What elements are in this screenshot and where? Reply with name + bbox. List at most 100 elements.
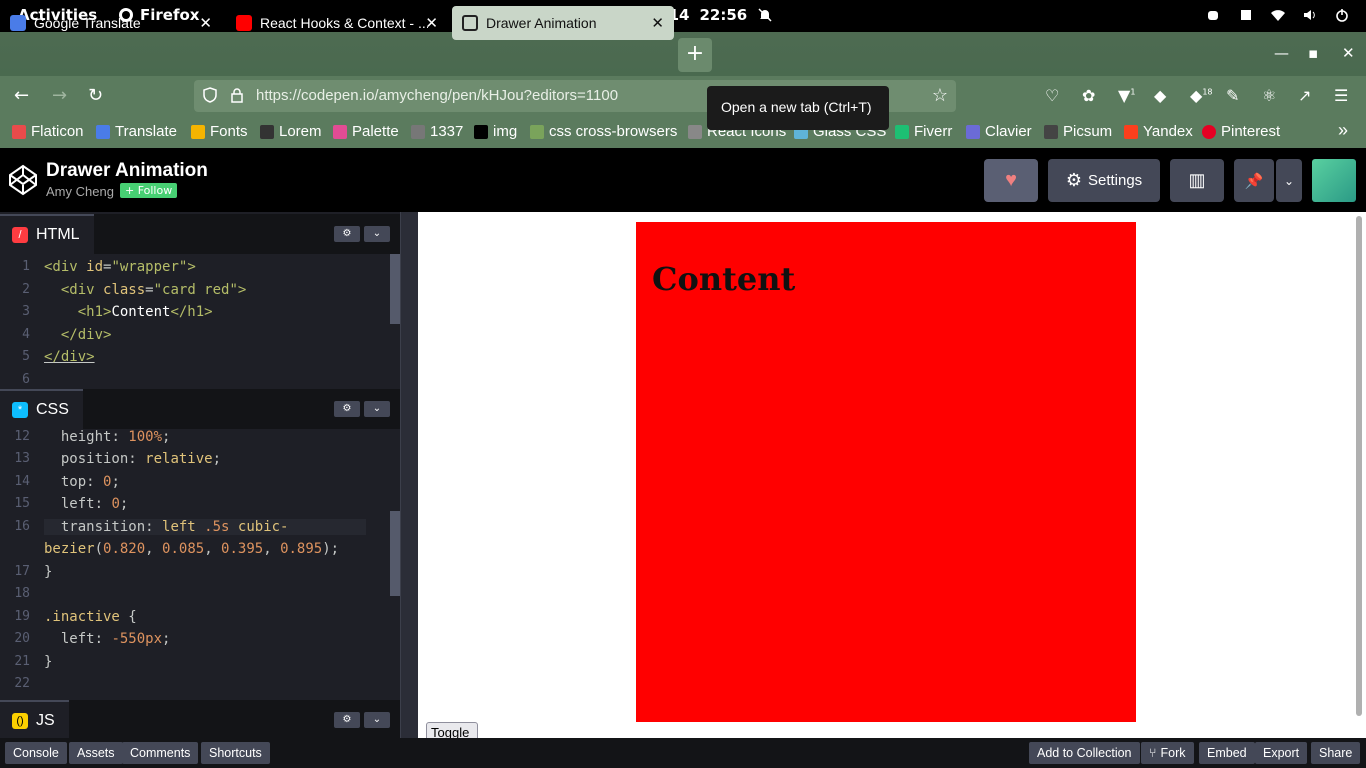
html-code[interactable]: 1 2 3 4 5 6 <div id="wrapper"> <div clas… (0, 254, 400, 388)
assets-button[interactable]: Assets (69, 742, 123, 764)
line-number: 12 (14, 429, 30, 444)
css-code[interactable]: 12 13 14 15 16 17 18 19 20 21 22 height:… (0, 429, 400, 699)
html-scrollbar[interactable] (390, 254, 400, 324)
bookmark-label: Fonts (210, 123, 248, 140)
pin-button[interactable]: 📌 (1234, 159, 1274, 202)
export-button[interactable]: Export (1255, 742, 1308, 764)
system-tray[interactable] (1206, 7, 1350, 23)
html-settings-icon[interactable]: ⚙ (334, 226, 360, 242)
reload-icon[interactable]: ↻ (88, 85, 103, 106)
coffee-icon (1208, 11, 1218, 20)
tab-google-translate[interactable]: Google Translate ✕ (0, 6, 222, 40)
gnome-extension-icon[interactable]: ✿ (1082, 86, 1095, 105)
console-button[interactable]: Console (5, 742, 67, 764)
js-settings-icon[interactable]: ⚙ (334, 712, 360, 728)
line-number: 19 (14, 609, 30, 624)
line-number: 13 (14, 451, 30, 466)
line-number: 17 (14, 564, 30, 579)
css-pane-tab[interactable]: * CSS (0, 389, 83, 429)
codepen-footer: Console Assets Comments Shortcuts Add to… (0, 738, 1366, 768)
bookmark-label: Flaticon (31, 123, 84, 140)
color-extension-icon[interactable]: ◆ (1154, 86, 1166, 105)
bookmark-label: Clavier (985, 123, 1032, 140)
avatar[interactable] (1312, 159, 1356, 202)
new-tab-button[interactable]: + (678, 38, 712, 72)
pin-menu-button[interactable]: ⌄ (1276, 159, 1302, 202)
back-icon[interactable]: ← (14, 85, 29, 106)
share-button[interactable]: Share (1311, 742, 1361, 764)
bookmark-img[interactable]: img (474, 123, 517, 140)
more-bookmarks-icon[interactable]: » (1338, 120, 1348, 141)
html-pane-tab[interactable]: / HTML (0, 214, 94, 254)
css-scrollbar[interactable] (390, 511, 400, 596)
minimize-icon[interactable]: — (1274, 44, 1289, 62)
shortcuts-button[interactable]: Shortcuts (201, 742, 270, 764)
bookmark-pinterest[interactable]: Pinterest (1202, 123, 1280, 140)
bookmark-css-cross-browsers[interactable]: css cross-browsers (530, 123, 677, 140)
bookmark-extension-icon[interactable]: ◆18 (1190, 86, 1213, 105)
pocket-icon[interactable]: ♡ (1045, 86, 1059, 105)
forward-icon[interactable]: → (52, 85, 67, 106)
close-icon[interactable]: ✕ (651, 14, 664, 32)
bookmark-label: Translate (115, 123, 177, 140)
chevron-down-icon[interactable]: ⌄ (364, 226, 390, 242)
follow-button[interactable]: + Follow (120, 183, 178, 198)
maximize-icon[interactable]: ▪ (1308, 44, 1318, 62)
url-text[interactable]: https://codepen.io/amycheng/pen/kHJou?ed… (256, 87, 618, 104)
lock-icon[interactable] (230, 87, 244, 103)
preview-scrollbar[interactable] (1356, 216, 1362, 716)
menu-icon[interactable]: ☰ (1334, 86, 1348, 105)
code-line: bezier(0.820, 0.085, 0.395, 0.895); (44, 541, 340, 557)
palette-icon (333, 124, 347, 139)
tab-react-hooks[interactable]: React Hooks & Context - ... ✕ (226, 6, 448, 40)
power-icon (1336, 9, 1348, 22)
google-translate-icon (10, 15, 26, 31)
shield-icon[interactable] (202, 87, 218, 103)
add-to-collection-button[interactable]: Add to Collection (1029, 742, 1140, 764)
bookmark-translate[interactable]: Translate (96, 123, 177, 140)
close-icon[interactable]: ✕ (425, 14, 438, 32)
picker-extension-icon[interactable]: ✎ (1226, 86, 1239, 105)
close-icon[interactable]: ✕ (199, 14, 212, 32)
html-pane-header: / HTML ⚙ ⌄ (0, 214, 400, 254)
code-line: top: 0; (60, 474, 120, 490)
pen-title[interactable]: Drawer Animation (46, 160, 208, 182)
bookmark-flaticon[interactable]: Flaticon (12, 123, 84, 140)
code-line: .inactive { (44, 609, 137, 625)
vpn-extension-icon[interactable]: ▼1 (1118, 86, 1135, 105)
bookmark-lorem[interactable]: Lorem (260, 123, 322, 140)
bookmark-1337[interactable]: 1337 (411, 123, 463, 140)
pane-resizer[interactable] (400, 212, 418, 738)
css-settings-icon[interactable]: ⚙ (334, 401, 360, 417)
pen-author[interactable]: Amy Cheng (46, 184, 114, 199)
open-external-icon[interactable]: ↗ (1298, 86, 1311, 105)
bookmark-label: css cross-browsers (549, 123, 678, 140)
love-button[interactable]: ♥ (984, 159, 1038, 202)
bookmark-yandex[interactable]: Yandex (1124, 123, 1193, 140)
settings-label: Settings (1087, 172, 1143, 189)
card-heading: Content (652, 260, 796, 298)
bookmark-fiverr[interactable]: Fiverr (895, 123, 952, 140)
js-pane-tab[interactable]: () JS (0, 700, 69, 740)
bookmark-fonts[interactable]: Fonts (191, 123, 248, 140)
bookmark-star-icon[interactable]: ☆ (932, 85, 948, 106)
fork-button[interactable]: ⑂ Fork (1141, 742, 1194, 764)
embed-button[interactable]: Embed (1199, 742, 1255, 764)
bookmark-clavier[interactable]: Clavier (966, 123, 1032, 140)
tab-drawer-animation[interactable]: Drawer Animation ✕ (452, 6, 674, 40)
tab-label: Google Translate (34, 15, 141, 31)
layout-button[interactable]: ▥ (1170, 159, 1224, 202)
settings-button[interactable]: ⚙ Settings (1048, 159, 1160, 202)
fork-label: Fork (1160, 746, 1186, 760)
code-line: <h1>Content</h1> (77, 304, 213, 320)
bookmark-picsum[interactable]: Picsum (1044, 123, 1112, 140)
chevron-down-icon[interactable]: ⌄ (364, 712, 390, 728)
red-card: Content (636, 222, 1136, 722)
codepen-logo-icon[interactable] (8, 164, 38, 196)
comments-button[interactable]: Comments (122, 742, 199, 764)
bookmark-palette[interactable]: Palette (333, 123, 399, 140)
close-window-icon[interactable]: ✕ (1342, 44, 1355, 62)
pinterest-icon (1202, 124, 1216, 139)
chevron-down-icon[interactable]: ⌄ (364, 401, 390, 417)
react-devtools-icon[interactable]: ⚛ (1262, 86, 1276, 105)
